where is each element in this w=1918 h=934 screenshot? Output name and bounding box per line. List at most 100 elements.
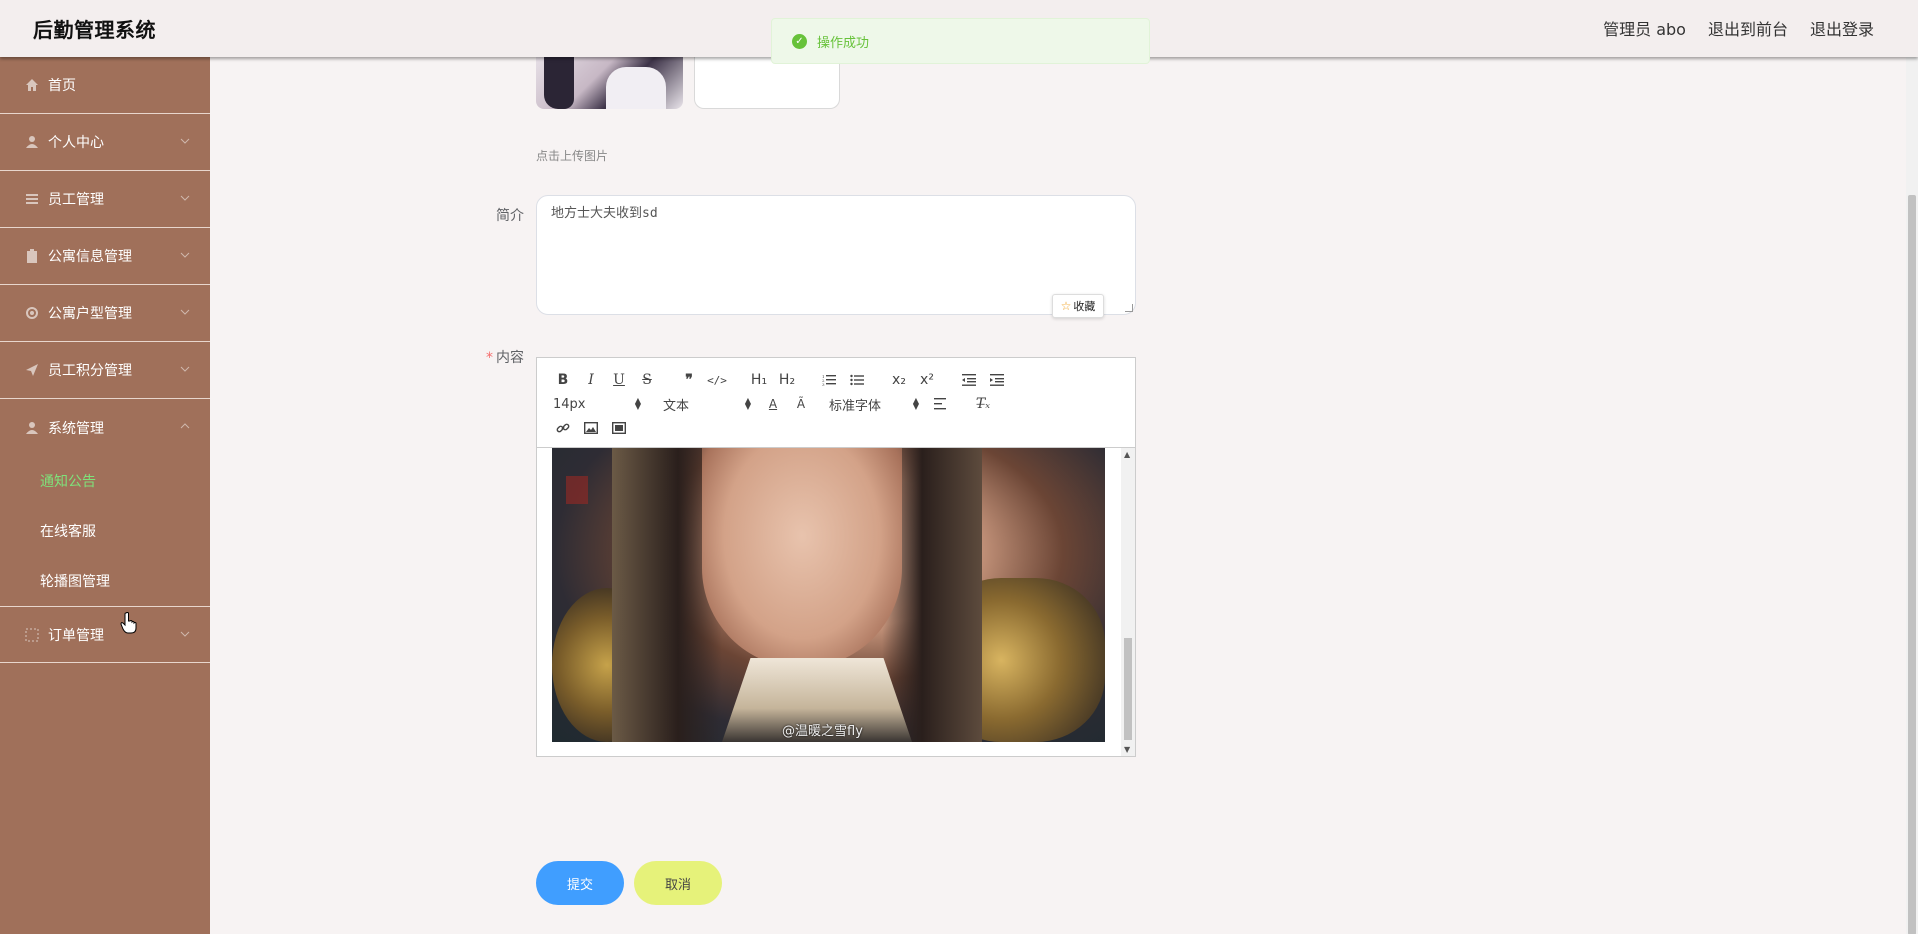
submenu-item-online-service[interactable]: 在线客服 xyxy=(0,506,210,556)
background-color-icon[interactable]: Ã xyxy=(787,393,815,415)
font-color-icon[interactable]: A xyxy=(759,393,787,415)
code-block-icon[interactable]: </> xyxy=(703,369,731,391)
header-select[interactable]: 文本 ▲ ▼ xyxy=(649,395,751,414)
sidebar-item-apartment-type[interactable]: 公寓户型管理 xyxy=(0,285,210,342)
content-label: * 内容 xyxy=(486,347,524,367)
thumbnail-hair-shape xyxy=(544,57,574,109)
sidebar-item-label: 公寓户型管理 xyxy=(48,306,132,322)
image-upload-box[interactable] xyxy=(694,57,840,109)
sidebar-item-label: 订单管理 xyxy=(48,627,104,644)
font-size-select[interactable]: 14px ▲ ▼ xyxy=(549,397,641,412)
font-family-select[interactable]: 标准字体 ▲ ▼ xyxy=(815,395,919,414)
content-image[interactable]: @温暖之雪fly xyxy=(552,448,1105,742)
image-watermark: @温暖之雪fly xyxy=(782,724,863,739)
sidebar-item-label: 员工管理 xyxy=(48,192,104,208)
video-icon[interactable] xyxy=(605,417,633,439)
dashed-box-icon xyxy=(24,627,40,643)
settings-icon xyxy=(24,305,40,321)
align-left-icon[interactable] xyxy=(927,393,955,415)
sidebar-item-label: 公寓信息管理 xyxy=(48,249,132,265)
main-content: 点击上传图片 简介 地方士大夫收到sd ☆ 收藏 * 内容 B I U S ❞ <… xyxy=(210,57,1918,934)
intro-textarea-value: 地方士大夫收到sd xyxy=(551,206,658,221)
chevron-down-icon xyxy=(180,309,190,315)
sidebar-item-apartment-info[interactable]: 公寓信息管理 xyxy=(0,228,210,285)
select-arrows-icon: ▲ ▼ xyxy=(744,396,751,411)
link-icon[interactable] xyxy=(549,417,577,439)
uploaded-image-thumbnail[interactable] xyxy=(536,57,683,109)
heading-1-icon[interactable]: H₁ xyxy=(745,369,773,391)
chevron-down-icon xyxy=(180,631,190,637)
submit-button[interactable]: 提交 xyxy=(536,861,624,905)
font-family-value: 标准字体 xyxy=(829,398,882,414)
bullet-list-icon[interactable] xyxy=(843,369,871,391)
bold-icon[interactable]: B xyxy=(549,369,577,391)
sidebar-item-label: 首页 xyxy=(48,78,76,94)
toast-message: 操作成功 xyxy=(817,35,870,51)
sidebar-item-label: 个人中心 xyxy=(48,135,104,151)
resize-grip-icon[interactable] xyxy=(1125,304,1133,312)
clipboard-icon xyxy=(24,248,40,264)
chevron-down-icon xyxy=(180,366,190,372)
superscript-icon[interactable]: x² xyxy=(913,369,941,391)
italic-icon[interactable]: I xyxy=(577,369,605,391)
clear-format-icon[interactable]: T̶ₓ xyxy=(969,393,997,415)
image-icon[interactable] xyxy=(577,417,605,439)
scroll-up-icon[interactable]: ▲ xyxy=(1124,450,1130,459)
system-submenu: 通知公告 在线客服 轮播图管理 xyxy=(0,456,210,606)
sidebar-item-label: 系统管理 xyxy=(48,420,104,437)
chevron-down-icon xyxy=(180,195,190,201)
editor-scrollbar-thumb[interactable] xyxy=(1124,638,1132,740)
header-select-value: 文本 xyxy=(663,398,690,414)
chevron-down-icon xyxy=(180,138,190,144)
sidebar-item-system[interactable]: 系统管理 xyxy=(0,399,210,456)
toolbar-row-1: B I U S ❞ </> H₁ H₂ 123 x₂ x² xyxy=(549,368,1123,392)
submenu-item-notice[interactable]: 通知公告 xyxy=(0,456,210,506)
sidebar-item-personal-center[interactable]: 个人中心 xyxy=(0,114,210,171)
select-arrows-icon: ▲ ▼ xyxy=(634,396,641,411)
sidebar-item-orders[interactable]: 订单管理 xyxy=(0,606,210,663)
app-title: 后勤管理系统 xyxy=(33,18,156,42)
user-icon xyxy=(24,134,40,150)
font-size-value: 14px xyxy=(553,396,586,412)
collect-button[interactable]: ☆ 收藏 xyxy=(1052,294,1104,318)
success-toast: ✓ 操作成功 xyxy=(771,18,1150,64)
editor-toolbar: B I U S ❞ </> H₁ H₂ 123 x₂ x² 14px ▲ ▼ 文… xyxy=(537,358,1135,448)
editor-scrollbar[interactable]: ▲ ▼ xyxy=(1121,448,1135,756)
subscript-icon[interactable]: x₂ xyxy=(885,369,913,391)
exit-to-front-link[interactable]: 退出到前台 xyxy=(1708,16,1788,40)
collect-label: 收藏 xyxy=(1073,300,1096,313)
header-actions: 管理员 abo 退出到前台 退出登录 xyxy=(1603,16,1874,40)
upload-tip: 点击上传图片 xyxy=(536,149,609,163)
ordered-list-icon[interactable]: 123 xyxy=(815,369,843,391)
chevron-up-icon xyxy=(180,423,190,429)
thumbnail-robe-shape xyxy=(606,67,666,109)
scroll-down-icon[interactable]: ▼ xyxy=(1124,745,1130,754)
logout-link[interactable]: 退出登录 xyxy=(1810,16,1874,40)
outdent-icon[interactable] xyxy=(955,369,983,391)
image-face xyxy=(702,448,902,668)
sidebar-item-label: 员工积分管理 xyxy=(48,363,132,379)
page-scrollbar[interactable] xyxy=(1906,57,1918,934)
intro-textarea[interactable]: 地方士大夫收到sd xyxy=(536,195,1136,315)
sidebar-item-staff[interactable]: 员工管理 xyxy=(0,171,210,228)
current-user-label: 管理员 abo xyxy=(1603,20,1686,39)
page-scrollbar-thumb[interactable] xyxy=(1908,195,1916,934)
user-icon xyxy=(24,420,40,436)
home-icon xyxy=(24,77,40,93)
editor-content-area[interactable]: @温暖之雪fly ▲ ▼ xyxy=(537,448,1135,756)
toolbar-row-3 xyxy=(549,416,1123,440)
image-seal-stamp xyxy=(566,476,588,504)
hand-cursor-icon xyxy=(120,612,137,634)
blockquote-icon[interactable]: ❞ xyxy=(675,369,703,391)
list-icon xyxy=(24,191,40,207)
svg-text:3: 3 xyxy=(822,382,825,386)
strike-icon[interactable]: S xyxy=(633,369,661,391)
sidebar-item-staff-points[interactable]: 员工积分管理 xyxy=(0,342,210,399)
star-icon: ☆ xyxy=(1060,299,1072,313)
underline-icon[interactable]: U xyxy=(605,369,633,391)
heading-2-icon[interactable]: H₂ xyxy=(773,369,801,391)
cancel-button[interactable]: 取消 xyxy=(634,861,722,905)
indent-icon[interactable] xyxy=(983,369,1011,391)
sidebar-item-home[interactable]: 首页 xyxy=(0,57,210,114)
submenu-item-carousel[interactable]: 轮播图管理 xyxy=(0,556,210,606)
